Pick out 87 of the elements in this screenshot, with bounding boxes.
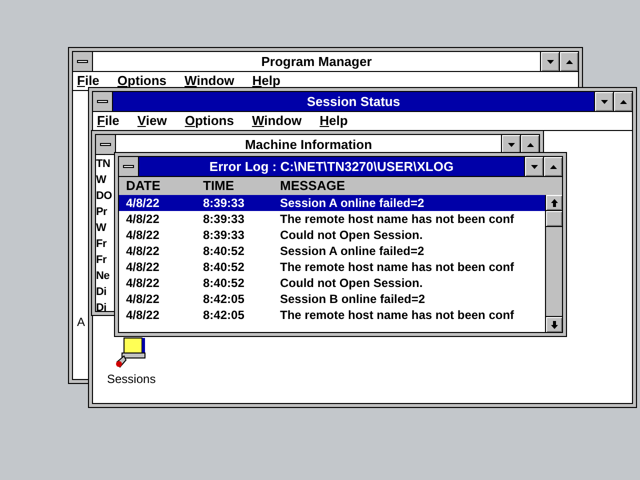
info-line: TN (96, 157, 110, 172)
time-cell-text: 8:40:52 (202, 275, 246, 292)
scroll-up-button[interactable] (546, 195, 562, 211)
time-cell-text: 8:40:52 (202, 243, 246, 260)
message-cell-text: Session A online failed=2 (279, 243, 424, 260)
maximize-button[interactable] (559, 52, 578, 71)
column-header: TIME (202, 177, 236, 196)
message-cell-text: Could not Open Session. (279, 275, 423, 292)
column-header: MESSAGE (279, 177, 346, 196)
time-cell-text: 8:40:52 (202, 259, 246, 276)
message-cell-text: Session A online failed=2 (279, 195, 424, 212)
time-cell-text: 8:39:33 (202, 211, 246, 228)
scroll-thumb[interactable] (546, 211, 562, 227)
column-header: DATE (125, 177, 162, 196)
date-cell-text: 4/8/22 (125, 291, 160, 308)
time-cell-text: 8:39:33 (202, 195, 246, 212)
up-triangle-icon (566, 60, 572, 64)
message-cell-text: Session B online failed=2 (279, 291, 426, 308)
minimize-button[interactable] (594, 92, 613, 111)
log-row[interactable]: 4/8/22 8:42:05 The remote host name has not been conf (119, 307, 545, 323)
date-cell-text: 4/8/22 (125, 307, 160, 324)
log-row[interactable]: 4/8/22 8:39:33 The remote host name has not been conf (119, 211, 545, 227)
scrollbar[interactable] (545, 195, 562, 332)
message-cell-text: The remote host name has not been conf (279, 259, 514, 276)
scroll-down-button[interactable] (546, 316, 562, 332)
up-arrow-icon (550, 198, 558, 206)
info-line: Di (96, 285, 106, 300)
dash-icon (100, 143, 111, 146)
control-menu-button[interactable] (93, 92, 113, 111)
menu-item[interactable]: Options (117, 71, 167, 91)
icon-label: Sessions (107, 371, 156, 388)
maximize-button[interactable] (543, 157, 562, 176)
time-cell-text: 8:42:05 (202, 307, 246, 324)
dash-icon (77, 60, 88, 63)
log-row[interactable]: 4/8/22 8:39:33 Could not Open Session. (119, 227, 545, 243)
info-line: Fr (96, 237, 106, 252)
control-menu-button[interactable] (73, 52, 93, 71)
log-row[interactable]: 4/8/22 8:39:33 Session A online failed=2 (119, 195, 545, 211)
time-cell-text: 8:39:33 (202, 227, 246, 244)
menu-item[interactable]: File (77, 71, 100, 91)
info-line: W (96, 173, 106, 188)
date-cell-text: 4/8/22 (125, 227, 160, 244)
menu-item[interactable]: Help (320, 111, 348, 131)
time-cell-text: 8:42:05 (202, 291, 246, 308)
dash-icon (123, 165, 134, 168)
date-cell-text: 4/8/22 (125, 243, 160, 260)
date-cell-text: 4/8/22 (125, 195, 160, 212)
menu-item[interactable]: Window (184, 71, 234, 91)
info-line: Di (96, 301, 106, 311)
info-line: W (96, 221, 106, 236)
message-cell-text: The remote host name has not been conf (279, 307, 514, 324)
control-menu-button[interactable] (96, 135, 116, 154)
minimize-button[interactable] (540, 52, 559, 71)
minimize-button[interactable] (524, 157, 543, 176)
menu-item[interactable]: Window (252, 111, 302, 131)
down-triangle-icon (530, 164, 538, 168)
dash-icon (97, 100, 108, 103)
info-line: Ne (96, 269, 110, 284)
control-menu-button[interactable] (119, 157, 139, 176)
menu-item[interactable]: File (97, 111, 120, 131)
log-row[interactable]: 4/8/22 8:40:52 The remote host name has not been conf (119, 259, 545, 275)
log-row[interactable]: 4/8/22 8:42:05 Session B online failed=2 (119, 291, 545, 307)
date-cell-text: 4/8/22 (125, 275, 160, 292)
log-row[interactable]: 4/8/22 8:40:52 Could not Open Session. (119, 275, 545, 291)
message-cell-text: Could not Open Session. (279, 227, 423, 244)
window-title: Session Status (113, 92, 594, 111)
info-line: Fr (96, 253, 106, 268)
info-line: DO (96, 189, 112, 204)
computer-icon[interactable] (114, 336, 148, 370)
up-triangle-icon (526, 142, 534, 146)
log-row[interactable]: 4/8/22 8:40:52 Session A online failed=2 (119, 243, 545, 259)
partial-text: A (77, 314, 86, 331)
maximize-button[interactable] (613, 92, 632, 111)
down-triangle-icon (546, 60, 554, 64)
date-cell-text: 4/8/22 (125, 259, 160, 276)
date-cell-text: 4/8/22 (125, 211, 160, 228)
menu-item[interactable]: View (137, 111, 167, 131)
down-triangle-icon (508, 142, 514, 146)
down-arrow-icon (550, 320, 558, 328)
down-triangle-icon (600, 100, 608, 104)
message-cell-text: The remote host name has not been conf (279, 211, 514, 228)
menu-item[interactable]: Help (252, 71, 280, 91)
up-triangle-icon (550, 164, 556, 168)
info-line: Pr (96, 205, 108, 220)
up-triangle-icon (620, 100, 626, 104)
menu-item[interactable]: Options (184, 111, 234, 131)
window-title: Error Log : C:\NET\TN3270\USER\XLOG (139, 157, 524, 176)
